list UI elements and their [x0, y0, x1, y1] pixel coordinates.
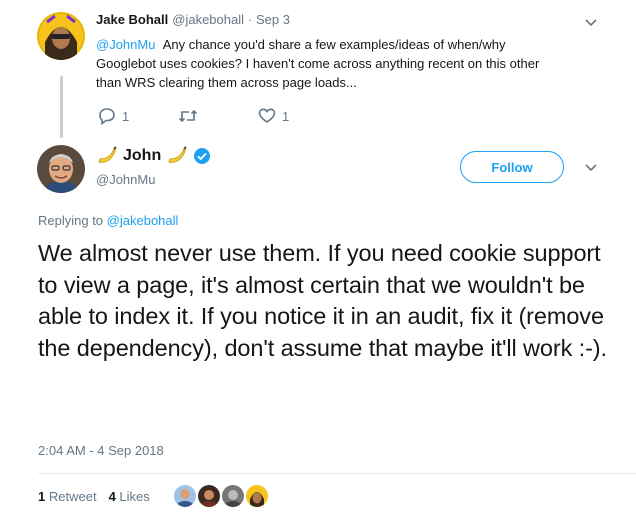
tweet-timestamp[interactable]: 2:04 AM - 4 Sep 2018 [38, 443, 164, 458]
reply-mention-link[interactable]: @JohnMu [96, 37, 155, 52]
reply-count: 1 [122, 108, 130, 124]
retweet-action[interactable] [178, 107, 198, 125]
liker-avatars [174, 485, 268, 507]
replying-to-line: Replying to @jakebohall [38, 213, 178, 228]
reply-tweet-header: Jake Bohall @jakebohall · Sep 3 [96, 12, 290, 27]
banana-emoji-icon [98, 146, 117, 163]
jake-bohall-avatar[interactable] [37, 12, 85, 60]
likes-stat-count: 4 [108, 489, 116, 504]
stats-divider [38, 473, 636, 474]
reply-action[interactable]: 1 [98, 107, 129, 125]
reply-text-line-3: than WRS clearing them across page loads… [96, 75, 357, 90]
banana-emoji-icon [168, 146, 187, 163]
john-mueller-avatar[interactable] [37, 145, 85, 193]
main-author-handle[interactable]: @JohnMu [96, 172, 155, 187]
replying-to-label: Replying to [38, 213, 104, 228]
heart-icon [258, 108, 276, 123]
thread-connector-line [60, 76, 63, 138]
retweet-stat[interactable]: 1 Retweet [38, 489, 97, 504]
liker-avatar[interactable] [174, 485, 196, 507]
reply-author-name[interactable]: Jake Bohall [96, 12, 168, 27]
retweet-icon [178, 109, 198, 123]
reply-tweet-text: @JohnMu Any chance you'd share a few exa… [96, 35, 616, 92]
retweet-stat-count: 1 [38, 489, 46, 504]
retweet-stat-label: Retweet [48, 489, 97, 504]
like-action[interactable]: 1 [258, 107, 289, 125]
chevron-down-icon[interactable] [582, 14, 600, 32]
tweet-stats: 1 Retweet 4 Likes [38, 489, 150, 504]
main-tweet-author[interactable]: John [96, 146, 211, 166]
replying-to-handle-link[interactable]: @jakebohall [107, 213, 179, 228]
reply-icon [99, 108, 115, 125]
reply-tweet-time[interactable]: · Sep 3 [248, 12, 290, 27]
reply-author-handle[interactable]: @jakebohall [172, 12, 244, 27]
liker-avatar[interactable] [222, 485, 244, 507]
likes-stat-label: Likes [119, 489, 150, 504]
verified-badge-icon [194, 148, 211, 164]
reply-text-line-1: Any chance you'd share a few examples/id… [162, 37, 506, 52]
chevron-down-icon[interactable] [582, 159, 600, 177]
main-author-name[interactable]: John [123, 147, 161, 165]
main-tweet-text: We almost never use them. If you need co… [38, 240, 607, 361]
liker-avatar[interactable] [198, 485, 220, 507]
liker-avatar[interactable] [246, 485, 268, 507]
follow-button[interactable]: Follow [460, 151, 564, 183]
like-count: 1 [282, 108, 290, 124]
likes-stat[interactable]: 4 Likes [109, 489, 150, 504]
reply-text-line-2: Googlebot uses cookies? I haven't come a… [96, 56, 540, 71]
